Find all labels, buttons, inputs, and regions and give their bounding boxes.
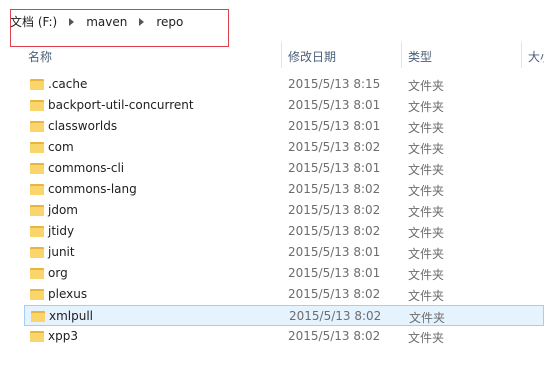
file-name: com [48, 140, 74, 154]
file-date: 2015/5/13 8:01 [288, 266, 381, 280]
column-divider[interactable] [521, 42, 522, 68]
file-date: 2015/5/13 8:15 [288, 77, 381, 91]
file-type: 文件夹 [408, 79, 445, 93]
folder-icon [30, 330, 44, 342]
column-divider[interactable] [281, 42, 282, 68]
file-date: 2015/5/13 8:02 [288, 224, 381, 238]
file-name: xmlpull [49, 309, 94, 323]
file-type: 文件夹 [408, 100, 445, 114]
file-date: 2015/5/13 8:01 [288, 98, 381, 112]
folder-icon [30, 99, 44, 111]
file-date: 2015/5/13 8:02 [288, 329, 381, 343]
file-date: 2015/5/13 8:01 [288, 161, 381, 175]
file-name: plexus [48, 287, 88, 301]
file-date: 2015/5/13 8:02 [288, 287, 381, 301]
folder-icon [30, 204, 44, 216]
file-type: 文件夹 [408, 226, 445, 240]
file-row[interactable]: .cache 2015/5/13 8:15 文件夹 [24, 74, 544, 95]
file-type: 文件夹 [408, 205, 445, 219]
folder-icon [30, 120, 44, 132]
file-name: xpp3 [48, 329, 78, 343]
file-row[interactable]: xpp3 2015/5/13 8:02 文件夹 [24, 326, 544, 347]
file-name: jdom [48, 203, 78, 217]
file-type: 文件夹 [408, 142, 445, 156]
file-type: 文件夹 [408, 247, 445, 261]
file-date: 2015/5/13 8:02 [289, 309, 382, 323]
file-name: .cache [48, 77, 88, 91]
file-name: commons-lang [48, 182, 137, 196]
file-row[interactable]: commons-lang 2015/5/13 8:02 文件夹 [24, 179, 544, 200]
file-type: 文件夹 [408, 331, 445, 345]
column-header-name[interactable]: 名称 [28, 48, 52, 65]
file-name: commons-cli [48, 161, 125, 175]
file-row[interactable]: xmlpull 2015/5/13 8:02 文件夹 [24, 305, 544, 326]
file-row[interactable]: classworlds 2015/5/13 8:01 文件夹 [24, 116, 544, 137]
folder-icon [30, 162, 44, 174]
file-type: 文件夹 [408, 163, 445, 177]
file-row[interactable]: com 2015/5/13 8:02 文件夹 [24, 137, 544, 158]
file-type: 文件夹 [408, 289, 445, 303]
folder-icon [30, 183, 44, 195]
folder-icon [30, 225, 44, 237]
file-date: 2015/5/13 8:02 [288, 182, 381, 196]
file-type: 文件夹 [408, 184, 445, 198]
file-name: org [48, 266, 68, 280]
file-date: 2015/5/13 8:01 [288, 245, 381, 259]
column-header-date[interactable]: 修改日期 [288, 48, 336, 65]
folder-icon [30, 141, 44, 153]
file-date: 2015/5/13 8:01 [288, 119, 381, 133]
file-row[interactable]: org 2015/5/13 8:01 文件夹 [24, 263, 544, 284]
file-row[interactable]: junit 2015/5/13 8:01 文件夹 [24, 242, 544, 263]
file-name: jtidy [48, 224, 75, 238]
folder-icon [30, 246, 44, 258]
file-name: backport-util-concurrent [48, 98, 194, 112]
column-divider[interactable] [401, 42, 402, 68]
file-name: junit [48, 245, 75, 259]
folder-icon [30, 288, 44, 300]
file-row[interactable]: commons-cli 2015/5/13 8:01 文件夹 [24, 158, 544, 179]
file-row[interactable]: jtidy 2015/5/13 8:02 文件夹 [24, 221, 544, 242]
folder-icon [30, 267, 44, 279]
column-header-row: 名称 修改日期 类型 大小 [0, 40, 544, 70]
file-name: classworlds [48, 119, 118, 133]
folder-icon [31, 310, 45, 322]
file-date: 2015/5/13 8:02 [288, 203, 381, 217]
folder-icon [30, 78, 44, 90]
file-row[interactable]: backport-util-concurrent 2015/5/13 8:01 文件… [24, 95, 544, 116]
file-type: 文件夹 [409, 311, 446, 325]
file-type: 文件夹 [408, 268, 445, 282]
column-header-size[interactable]: 大小 [528, 48, 544, 65]
column-header-type[interactable]: 类型 [408, 48, 432, 65]
file-date: 2015/5/13 8:02 [288, 140, 381, 154]
file-row[interactable]: plexus 2015/5/13 8:02 文件夹 [24, 284, 544, 305]
file-row[interactable]: jdom 2015/5/13 8:02 文件夹 [24, 200, 544, 221]
file-type: 文件夹 [408, 121, 445, 135]
